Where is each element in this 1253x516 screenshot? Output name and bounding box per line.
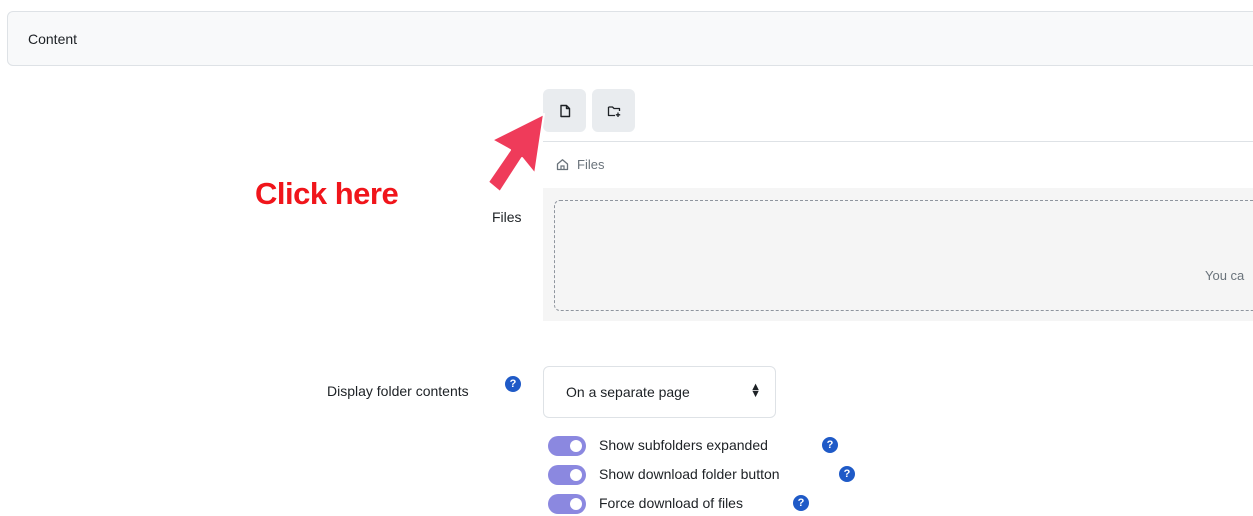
help-icon[interactable]: ? <box>505 376 521 392</box>
display-folder-contents-select[interactable]: On a separate page ▲ ▼ <box>543 366 776 418</box>
file-dropzone[interactable]: You ca <box>554 200 1253 311</box>
help-icon[interactable]: ? <box>839 466 855 482</box>
path-files-link[interactable]: Files <box>577 157 604 172</box>
toggle-knob <box>570 440 582 452</box>
folder-plus-icon <box>607 105 620 117</box>
show-subfolders-label: Show subfolders expanded <box>599 437 768 453</box>
filemanager-path-bar: Files <box>543 141 1253 188</box>
help-icon[interactable]: ? <box>822 437 838 453</box>
force-download-toggle[interactable] <box>548 494 586 514</box>
files-field-label: Files <box>492 209 522 225</box>
display-folder-contents-label: Display folder contents <box>327 383 469 399</box>
click-here-annotation: Click here <box>255 176 399 211</box>
content-section-header[interactable]: Content <box>7 11 1253 66</box>
dropzone-text: You ca <box>1205 268 1245 283</box>
toggle-knob <box>570 498 582 510</box>
select-caret-icon: ▲ ▼ <box>750 381 761 400</box>
show-download-folder-label: Show download folder button <box>599 466 780 482</box>
section-title: Content <box>28 31 78 47</box>
option-show-download-folder-button: Show download folder button ? <box>548 465 868 487</box>
show-download-folder-toggle[interactable] <box>548 465 586 485</box>
pointer-arrow-icon <box>487 113 545 193</box>
create-folder-button[interactable] <box>592 89 635 132</box>
select-value: On a separate page <box>566 384 690 400</box>
help-icon[interactable]: ? <box>793 495 809 511</box>
option-show-subfolders-expanded: Show subfolders expanded ? <box>548 436 868 458</box>
toggle-knob <box>570 469 582 481</box>
show-subfolders-toggle[interactable] <box>548 436 586 456</box>
force-download-label: Force download of files <box>599 495 743 511</box>
